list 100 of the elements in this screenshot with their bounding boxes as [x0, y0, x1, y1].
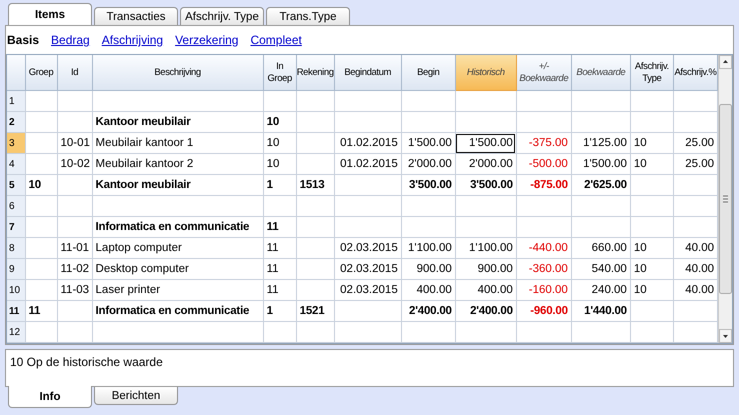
table-cell — [571, 112, 630, 132]
table-cell: 1'500.00 — [571, 154, 630, 174]
table-cell: -360.00 — [516, 258, 572, 280]
table-cell: Kantoor meubilair — [92, 112, 264, 132]
table-cell — [296, 238, 334, 258]
table-cell: 2'400.00 — [401, 300, 456, 322]
tab[interactable]: Transacties — [94, 7, 178, 25]
tab[interactable]: Trans.Type — [266, 7, 350, 25]
column-header[interactable]: Begindatum — [334, 55, 402, 90]
column-header[interactable]: In Groep — [263, 55, 296, 90]
row-number[interactable]: 3 — [7, 132, 25, 154]
table-cell — [516, 112, 572, 132]
table-cell — [630, 196, 674, 216]
table-cell — [401, 322, 456, 342]
table-cell: 3'500.00 — [401, 174, 456, 196]
table-cell: -440.00 — [516, 238, 572, 258]
table-cell — [401, 216, 456, 238]
table-cell — [334, 196, 402, 216]
table-cell — [296, 154, 334, 174]
column-header[interactable]: Boekwaarde — [571, 55, 630, 90]
column-header[interactable]: Historisch — [455, 55, 516, 90]
table-cell: 1'100.00 — [401, 238, 456, 258]
column-header[interactable]: Afschrijv. Type — [630, 55, 674, 90]
scroll-down-icon[interactable] — [719, 329, 732, 343]
table-cell: 11 — [263, 258, 296, 280]
table-cell: -160.00 — [516, 280, 572, 300]
table-cell — [263, 322, 296, 342]
table-cell: 11-03 — [57, 280, 92, 300]
row-number[interactable]: 6 — [7, 196, 25, 216]
view-link[interactable]: Basis — [7, 33, 40, 47]
column-header[interactable]: Groep — [25, 55, 58, 90]
table-cell: 10 — [630, 132, 674, 154]
row-number[interactable]: 12 — [7, 322, 25, 342]
table-cell — [296, 280, 334, 300]
table-cell — [630, 300, 674, 322]
row-number[interactable]: 1 — [7, 90, 25, 112]
column-header[interactable]: Rekening — [296, 55, 334, 90]
tab[interactable]: Berichten — [94, 387, 178, 405]
table-cell — [334, 216, 402, 238]
table-cell — [296, 216, 334, 238]
table-cell: 11-02 — [57, 258, 92, 280]
view-link[interactable]: Bedrag — [51, 33, 90, 47]
table-cell: 10 — [630, 258, 674, 280]
row-number[interactable]: 2 — [7, 112, 25, 132]
column-header[interactable]: Id — [57, 55, 92, 90]
view-link[interactable]: Afschrijving — [102, 33, 164, 47]
row-number[interactable]: 8 — [7, 238, 25, 258]
table-cell — [630, 112, 674, 132]
table-cell: Informatica en communicatie — [92, 216, 264, 238]
view-link[interactable]: Compleet — [250, 33, 302, 47]
tab[interactable]: Items — [8, 3, 92, 25]
tab[interactable]: Info — [8, 386, 92, 408]
table-cell: 10 — [630, 154, 674, 174]
table-cell — [57, 322, 92, 342]
table-cell: 2'000.00 — [455, 154, 516, 174]
table-cell: 10 — [263, 132, 296, 154]
table-cell — [296, 196, 334, 216]
view-link[interactable]: Verzekering — [175, 33, 238, 47]
table-cell: 01.02.2015 — [334, 154, 402, 174]
table-cell — [516, 90, 572, 112]
table-cell — [25, 154, 58, 174]
table-cell — [401, 112, 456, 132]
table-cell: 1'500.00 — [401, 132, 456, 154]
table-cell: 10 — [263, 154, 296, 174]
scroll-up-icon[interactable] — [719, 55, 732, 69]
column-header[interactable]: Begin — [401, 55, 456, 90]
table-cell — [57, 196, 92, 216]
table-cell: Kantoor meubilair — [92, 174, 264, 196]
table-cell: 400.00 — [455, 280, 516, 300]
row-number[interactable]: 5 — [7, 174, 25, 196]
row-number[interactable]: 9 — [7, 258, 25, 280]
table-cell: 1513 — [296, 174, 334, 196]
table-cell: 11-01 — [57, 238, 92, 258]
table-cell: 11 — [263, 280, 296, 300]
table-cell: 240.00 — [571, 280, 630, 300]
column-header[interactable]: Afschrijv.% — [673, 55, 718, 90]
scrollbar-thumb[interactable] — [719, 104, 732, 294]
table-cell — [25, 280, 58, 300]
row-number[interactable]: 10 — [7, 280, 25, 300]
row-number[interactable]: 11 — [7, 300, 25, 322]
table-cell — [401, 90, 456, 112]
table-cell — [263, 90, 296, 112]
column-header[interactable]: +/- Boekwaarde — [516, 55, 572, 90]
table-cell — [571, 216, 630, 238]
table-cell — [57, 174, 92, 196]
table-cell — [57, 216, 92, 238]
table-cell: 540.00 — [571, 258, 630, 280]
table-cell — [334, 90, 402, 112]
row-number[interactable]: 7 — [7, 216, 25, 238]
info-text: 10 Op de historische waarde — [10, 355, 163, 369]
table-cell — [57, 112, 92, 132]
table-cell — [25, 258, 58, 280]
tab[interactable]: Afschrijv. Type — [180, 7, 264, 25]
row-number[interactable]: 4 — [7, 154, 25, 174]
table-cell: 02.03.2015 — [334, 258, 402, 280]
table-cell: 1 — [263, 300, 296, 322]
table-cell: 11 — [25, 300, 58, 322]
table-cell — [25, 238, 58, 258]
column-header[interactable]: Beschrijving — [92, 55, 264, 90]
table-cell — [571, 322, 630, 342]
